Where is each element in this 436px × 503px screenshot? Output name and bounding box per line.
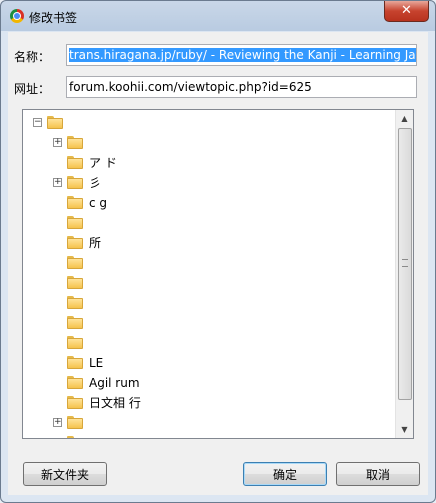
expand-icon[interactable]: + — [53, 178, 62, 187]
name-field[interactable]: trans.hiragana.jp/ruby/ - Reviewing the … — [66, 44, 417, 66]
cancel-button[interactable]: 取消 — [336, 462, 420, 486]
ok-button[interactable]: 确定 — [243, 462, 327, 486]
folder-icon — [67, 376, 83, 389]
tree-row[interactable] — [23, 313, 393, 333]
folder-icon — [67, 236, 83, 249]
edit-bookmark-dialog: 修改书签 ✕ 名称： trans.hiragana.jp/ruby/ - Rev… — [0, 0, 436, 503]
tree-row[interactable]: + 彡 — [23, 173, 393, 193]
folder-icon — [67, 336, 83, 349]
folder-icon — [67, 416, 83, 429]
tree-row[interactable]: ア ド — [23, 153, 393, 173]
tree-row-label: ア ド — [89, 156, 117, 170]
tree-row[interactable] — [23, 253, 393, 273]
tree-row-label: 彡 — [89, 176, 102, 190]
collapse-icon[interactable]: − — [33, 118, 42, 127]
tree-row[interactable] — [23, 273, 393, 293]
tree-row-label: .n — [89, 433, 100, 438]
folder-icon — [67, 256, 83, 269]
name-label: 名称： — [14, 50, 51, 64]
scroll-grip-icon — [402, 259, 408, 267]
url-label: 网址： — [14, 82, 51, 96]
tree-row-label: LE — [89, 356, 104, 370]
folder-icon — [67, 296, 83, 309]
tree-row-label: Agil rum — [89, 376, 140, 390]
tree-row[interactable] — [23, 293, 393, 313]
folder-icon — [67, 396, 83, 409]
folder-icon — [47, 116, 63, 129]
dialog-content: 名称： trans.hiragana.jp/ruby/ - Reviewing … — [8, 32, 428, 495]
tree-scrollbar[interactable]: ▲ ▼ — [395, 110, 413, 438]
tree-row-label: c g — [89, 196, 108, 210]
tree-row[interactable]: + — [23, 133, 393, 153]
scroll-up-arrow-icon[interactable]: ▲ — [396, 110, 413, 127]
title-bar: 修改书签 ✕ — [1, 1, 435, 31]
folder-icon — [67, 216, 83, 229]
folder-icon — [67, 316, 83, 329]
tree-row-label: 日文相 行 — [89, 396, 141, 410]
name-field-text: trans.hiragana.jp/ruby/ - Reviewing the … — [69, 48, 416, 62]
folder-icon — [67, 436, 83, 438]
tree-row[interactable]: c g — [23, 193, 393, 213]
folder-tree[interactable]: −+ア ド+彡c g 所LEAgil rum日文相 行+.n ▲ ▼ — [22, 109, 414, 439]
scroll-thumb[interactable] — [398, 128, 412, 400]
folder-icon — [67, 196, 83, 209]
folder-icon — [67, 356, 83, 369]
tree-row-label: 所 — [89, 236, 102, 250]
close-button[interactable]: ✕ — [384, 1, 429, 22]
tree-row[interactable]: .n — [23, 433, 393, 438]
scroll-down-arrow-icon[interactable]: ▼ — [396, 421, 413, 438]
expand-icon[interactable]: + — [53, 138, 62, 147]
url-field[interactable]: forum.koohii.com/viewtopic.php?id=625 — [66, 76, 417, 98]
tree-row[interactable]: 日文相 行 — [23, 393, 393, 413]
expand-icon[interactable]: + — [53, 418, 62, 427]
tree-row[interactable]: LE — [23, 353, 393, 373]
chrome-icon — [10, 9, 24, 23]
tree-row[interactable] — [23, 213, 393, 233]
folder-icon — [67, 276, 83, 289]
folder-icon — [67, 176, 83, 189]
window-title: 修改书签 — [29, 11, 78, 25]
tree-row[interactable]: 所 — [23, 233, 393, 253]
new-folder-button[interactable]: 新文件夹 — [23, 462, 107, 486]
folder-icon — [67, 136, 83, 149]
tree-row[interactable] — [23, 333, 393, 353]
tree-row[interactable]: + — [23, 413, 393, 433]
folder-icon — [67, 156, 83, 169]
tree-row[interactable]: Agil rum — [23, 373, 393, 393]
tree-row[interactable]: − — [23, 113, 393, 133]
